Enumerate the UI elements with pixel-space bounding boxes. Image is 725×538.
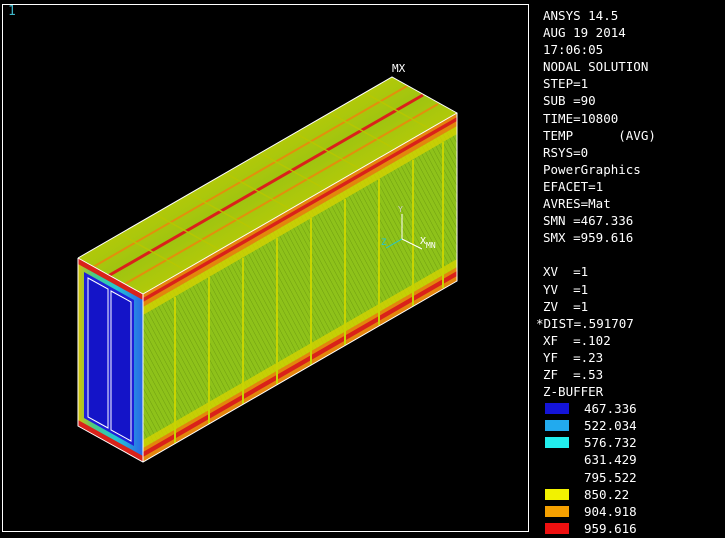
solution-info: ANSYS 14.5 AUG 19 2014 17:06:05 NODAL SOLUT… — [536, 7, 723, 400]
legend-swatch — [545, 454, 569, 466]
legend-value: 904.918 — [584, 503, 637, 519]
legend-value: 631.429 — [584, 452, 637, 468]
info-line: SUB =90 — [543, 93, 596, 109]
info-line: SMN =467.336 — [543, 213, 634, 229]
info-line: ZV =1 — [543, 298, 589, 314]
legend-value: 522.034 — [584, 418, 637, 434]
triad-mn-label: MN — [426, 241, 436, 250]
legend-swatch — [545, 437, 569, 449]
legend-value: 850.22 — [584, 486, 630, 502]
info-line: ANSYS 14.5 — [543, 8, 619, 23]
legend-entry: 959.616 — [543, 520, 723, 537]
legend-swatch — [545, 522, 569, 534]
info-line — [543, 246, 723, 263]
legend-swatch — [545, 420, 569, 432]
info-line: EFACET=1 — [543, 178, 604, 194]
info-line: NODAL SOLUTION — [543, 59, 649, 75]
info-line: Z-BUFFER — [543, 384, 604, 400]
info-line: PowerGraphics — [543, 161, 641, 177]
legend-entry: 631.429 — [543, 451, 723, 468]
legend-value: 959.616 — [584, 520, 637, 536]
info-line: YF =.23 — [543, 349, 604, 365]
info-line: STEP=1 — [543, 76, 589, 92]
info-line: XF =.102 — [543, 332, 611, 348]
legend-panel: ANSYS 14.5 AUG 19 2014 17:06:05 NODAL SOLUT… — [536, 7, 723, 537]
legend-entry: 576.732 — [543, 434, 723, 451]
legend-swatch — [545, 471, 569, 483]
info-line: RSYS=0 — [543, 144, 589, 160]
triad-y-label: Y — [398, 205, 403, 214]
legend-entry: 522.034 — [543, 417, 723, 434]
legend-entry: 904.918 — [543, 503, 723, 520]
legend-entry: 850.22 — [543, 486, 723, 503]
legend-entry: 467.336 — [543, 400, 723, 417]
contour-legend: 467.336 522.034 576.732 631.429 795.522 850.2… — [543, 400, 723, 537]
max-marker-label: MX — [392, 62, 406, 75]
info-line: XV =1 — [543, 264, 589, 280]
info-line: SMX =959.616 — [543, 230, 634, 246]
legend-value: 576.732 — [584, 435, 637, 451]
legend-swatch — [545, 488, 569, 500]
info-line: TEMP (AVG) — [543, 127, 656, 143]
info-line: AVRES=Mat — [543, 196, 611, 212]
legend-value: 467.336 — [584, 401, 637, 417]
info-line: 17:06:05 — [543, 42, 604, 58]
info-line: AUG 19 2014 — [543, 25, 626, 41]
info-line: ZF =.53 — [543, 366, 604, 382]
info-line: *DIST=.591707 — [536, 315, 634, 331]
info-line: YV =1 — [543, 281, 589, 297]
legend-swatch — [545, 403, 569, 415]
triad-z-label: Z — [381, 238, 387, 248]
legend-entry: 795.522 — [543, 469, 723, 486]
legend-value: 795.522 — [584, 469, 637, 485]
legend-swatch — [545, 505, 569, 517]
info-line: TIME=10800 — [543, 110, 619, 126]
